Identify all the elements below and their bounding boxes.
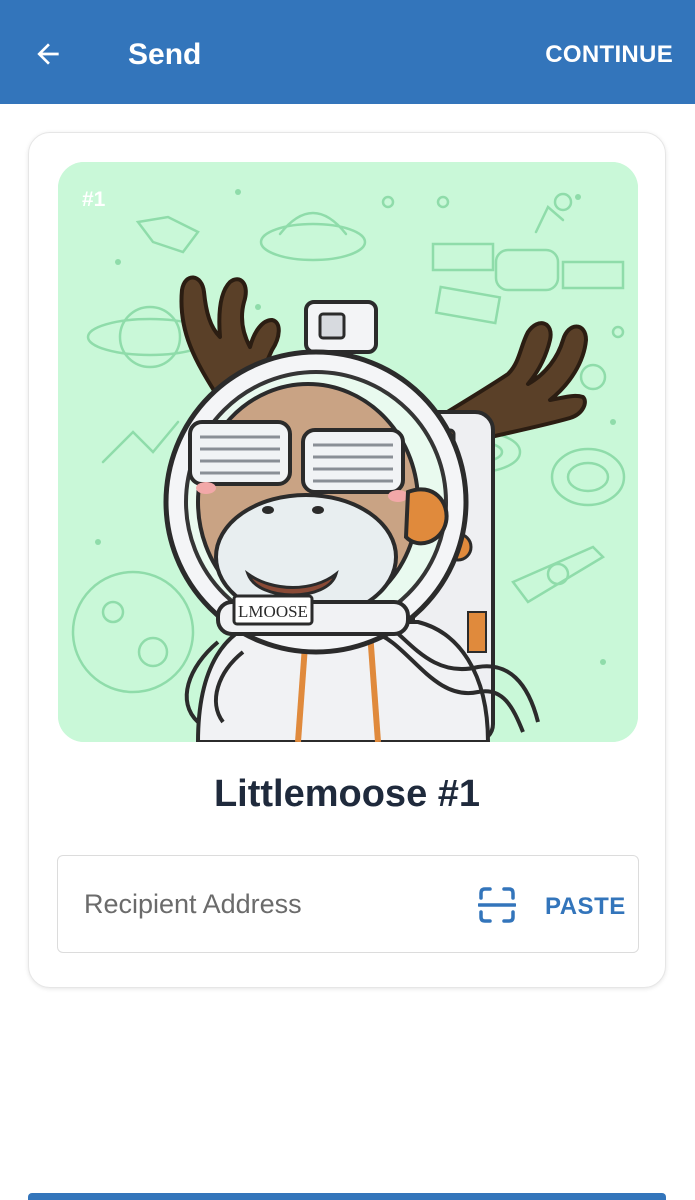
nft-card: LMOOSE #1 Littlemoose #1 PASTE — [28, 132, 666, 988]
nft-name-tag: LMOOSE — [238, 602, 308, 621]
arrow-left-icon — [37, 43, 59, 65]
recipient-address-input[interactable] — [84, 884, 464, 924]
scan-button[interactable] — [477, 886, 517, 924]
scan-qr-icon — [477, 887, 517, 923]
nft-name: Littlemoose #1 — [213, 773, 481, 815]
nft-artwork: LMOOSE — [58, 162, 638, 742]
nft-badge: #1 — [82, 188, 106, 211]
paste-button[interactable]: PASTE — [545, 893, 626, 921]
recipient-address-field: PASTE — [57, 855, 639, 953]
page-title: Send — [128, 38, 202, 71]
app-bar: Send CONTINUE — [0, 0, 695, 104]
back-button[interactable] — [22, 30, 74, 78]
bottom-bar — [28, 1193, 666, 1200]
continue-button[interactable]: CONTINUE — [545, 40, 673, 70]
nft-image: LMOOSE #1 — [58, 162, 638, 742]
